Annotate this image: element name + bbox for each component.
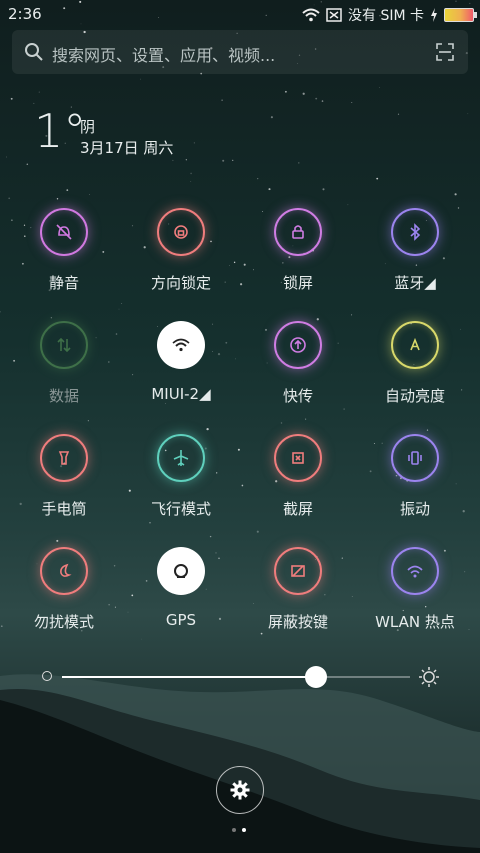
toggle-moon[interactable]: 勿扰模式	[9, 547, 119, 632]
toggle-vibrate[interactable]: 振动	[360, 434, 470, 519]
moon-icon	[60, 563, 72, 577]
search-icon	[25, 43, 43, 61]
toggle-button[interactable]	[274, 434, 322, 482]
toggle-button[interactable]	[157, 547, 205, 595]
toggle-share[interactable]: 快传	[243, 321, 353, 406]
toggle-button[interactable]	[40, 547, 88, 595]
toggle-label: 方向锁定	[150, 274, 211, 292]
lock-icon	[292, 225, 304, 239]
search-bar[interactable]: 搜索网页、设置、应用、视频...	[12, 30, 468, 74]
settings-button[interactable]	[216, 766, 264, 814]
toggle-label: 振动	[399, 500, 430, 518]
weather-condition: 阴	[80, 118, 96, 136]
toggle-label: 快传	[282, 387, 313, 405]
flashlight-icon	[58, 451, 70, 465]
toggle-flashlight[interactable]: 手电筒	[9, 434, 119, 519]
toggle-button[interactable]	[391, 208, 439, 256]
rotation-lock-icon	[174, 225, 188, 239]
brightness-track[interactable]	[62, 666, 410, 688]
toggle-label: GPS	[165, 611, 197, 629]
toggle-label: 锁屏	[282, 274, 313, 292]
share-icon	[290, 337, 306, 353]
data-icon	[57, 337, 71, 353]
wifi-icon	[172, 338, 190, 352]
toggle-rotation-lock[interactable]: 方向锁定	[126, 208, 236, 293]
toggle-button[interactable]	[157, 208, 205, 256]
brightness-high-icon	[419, 667, 439, 687]
gps-icon	[174, 564, 188, 578]
toggle-button[interactable]	[40, 208, 88, 256]
toggle-gps[interactable]: GPS	[126, 547, 236, 629]
gear-icon	[230, 780, 250, 800]
toggle-button[interactable]	[157, 434, 205, 482]
toggle-bell-off[interactable]: 静音	[9, 208, 119, 293]
wifi-icon	[302, 8, 320, 22]
toggle-button[interactable]	[391, 434, 439, 482]
bluetooth-icon	[410, 223, 421, 241]
toggle-button[interactable]	[274, 321, 322, 369]
toggle-wifi[interactable]: MIUI-2◢	[126, 321, 236, 403]
toggle-button[interactable]	[40, 434, 88, 482]
weather-temperature: 1°	[34, 104, 87, 158]
toggle-block-keys[interactable]: 屏蔽按键	[243, 547, 353, 632]
airplane-icon	[173, 450, 189, 466]
page-dot	[232, 828, 236, 832]
toggle-auto-brightness[interactable]: 自动亮度	[360, 321, 470, 406]
toggle-button[interactable]	[157, 321, 205, 369]
page-dot	[242, 828, 246, 832]
toggle-label: 截屏	[282, 500, 313, 518]
screenshot-icon	[292, 452, 304, 464]
toggle-label: 静音	[48, 274, 79, 292]
toggle-data[interactable]: 数据	[9, 321, 119, 406]
battery-icon	[444, 8, 477, 22]
brightness-thumb[interactable]	[305, 666, 328, 688]
page-indicator	[232, 828, 246, 832]
toggle-label: 自动亮度	[384, 387, 445, 405]
toggle-button[interactable]	[391, 321, 439, 369]
status-time: 2:36	[8, 5, 42, 23]
brightness-slider[interactable]	[40, 662, 440, 692]
toggle-button[interactable]	[274, 208, 322, 256]
toggle-screenshot[interactable]: 截屏	[243, 434, 353, 519]
toggle-button[interactable]	[391, 547, 439, 595]
toggle-label: 手电筒	[41, 500, 87, 518]
toggle-button[interactable]	[274, 547, 322, 595]
toggle-lock[interactable]: 锁屏	[243, 208, 353, 293]
toggle-label: 屏蔽按键	[267, 613, 328, 631]
toggle-hotspot[interactable]: WLAN 热点	[360, 547, 470, 632]
auto-brightness-icon	[410, 337, 420, 351]
bell-off-icon	[56, 224, 72, 240]
vibrate-icon	[408, 451, 422, 465]
toggle-label: WLAN 热点	[375, 613, 455, 631]
toggle-bluetooth[interactable]: 蓝牙◢	[360, 208, 470, 293]
brightness-low-icon	[42, 671, 52, 681]
brightness-fill	[62, 676, 317, 678]
toggle-label: 蓝牙◢	[394, 274, 436, 292]
toggle-label: MIUI-2◢	[151, 385, 211, 403]
toggle-label: 飞行模式	[150, 500, 211, 518]
toggle-airplane[interactable]: 飞行模式	[126, 434, 236, 519]
toggle-label: 勿扰模式	[33, 613, 94, 631]
search-placeholder: 搜索网页、设置、应用、视频...	[52, 46, 276, 65]
toggle-label: 数据	[48, 387, 79, 405]
status-bar: 2:36 没有 SIM 卡	[0, 0, 480, 28]
toggle-button[interactable]	[40, 321, 88, 369]
block-keys-icon	[291, 565, 305, 577]
sim-x-icon	[326, 8, 342, 22]
hotspot-icon	[407, 565, 423, 578]
weather-date: 3月17日 周六	[80, 139, 174, 157]
scan-icon[interactable]	[436, 43, 454, 61]
carrier-text: 没有 SIM 卡	[348, 8, 424, 24]
charging-icon	[431, 8, 437, 22]
